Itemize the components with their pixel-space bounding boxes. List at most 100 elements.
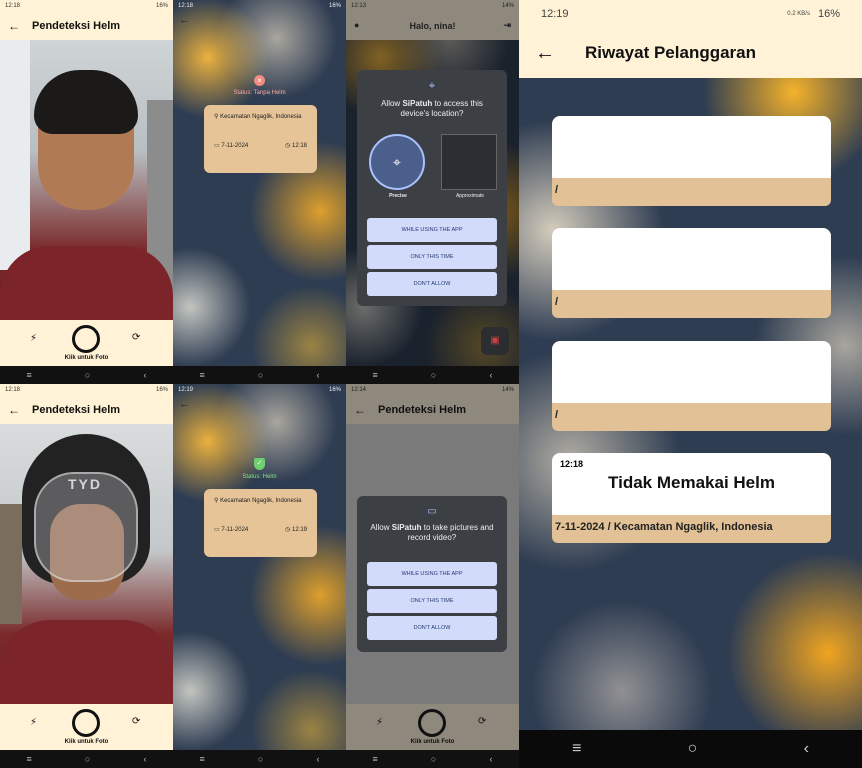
app-bar: ← Riwayat Pelanggaran [519, 28, 862, 78]
page-title: Riwayat Pelanggaran [585, 43, 757, 62]
app-bar: ← Pendeteksi Helm [346, 396, 519, 424]
panel-violation-history: 12:19 0.2 KB/s 16% ← Riwayat Pelanggaran… [519, 0, 862, 768]
back-arrow-icon[interactable]: ← [535, 42, 555, 65]
back-nav-icon[interactable]: ‹ [143, 370, 146, 380]
status-bar: 12:14 14% [346, 384, 519, 396]
capture-label: Klik untuk Foto [64, 355, 109, 361]
home-icon[interactable]: ○ [431, 370, 436, 380]
capture-label: Klik untuk Foto [64, 739, 109, 745]
blurred-background [173, 0, 346, 384]
nav-bar: ≡ ○ ‹ [0, 366, 173, 384]
precise-option[interactable]: ⌖ Precise [369, 134, 427, 200]
camera-controls: ⚡︎ ⟳ Klik untuk Foto [0, 704, 173, 750]
back-arrow-icon[interactable]: ← [179, 14, 190, 26]
greeting-text: Halo, nina! [409, 21, 456, 31]
nav-bar: ≡ ○ ‹ [346, 750, 519, 768]
recents-icon[interactable]: ≡ [200, 754, 205, 764]
wall-shelf [0, 504, 22, 624]
back-nav-icon[interactable]: ‹ [316, 370, 319, 380]
approximate-option[interactable]: Approximate [441, 134, 499, 200]
home-icon[interactable]: ○ [258, 370, 263, 380]
back-nav-icon[interactable]: ‹ [489, 754, 492, 764]
dialog-rest: to take pictures and record video? [407, 523, 494, 542]
dialog-app-name: SiPatuh [402, 99, 433, 108]
status-time: 12:14 [351, 387, 367, 393]
back-arrow-icon[interactable]: ← [179, 398, 190, 410]
location-text: Kecamatan Ngaglik, Indonesia [220, 498, 302, 504]
recents-icon[interactable]: ≡ [200, 370, 205, 380]
dialog-message: Allow SiPatuh to access this device's lo… [369, 99, 495, 119]
violation-card[interactable]: / [552, 116, 831, 206]
shield-check-icon: ✓ [254, 458, 265, 470]
card-footer: / [552, 178, 831, 206]
switch-camera-icon[interactable]: ⟳ [132, 716, 140, 727]
back-arrow-icon[interactable]: ← [8, 403, 20, 417]
violation-card[interactable]: 12:18 Tidak Memakai Helm 7-11-2024 / Kec… [552, 453, 831, 543]
switch-camera-icon[interactable]: ⟳ [478, 716, 486, 727]
battery-text: 16% [155, 3, 168, 9]
dont-allow-button[interactable]: DON'T ALLOW [367, 616, 497, 640]
back-arrow-icon[interactable]: ← [8, 19, 20, 33]
shutter-button[interactable] [72, 325, 100, 353]
home-icon[interactable]: ○ [258, 754, 263, 764]
back-nav-icon[interactable]: ‹ [143, 754, 146, 764]
approximate-map-icon [441, 134, 497, 190]
status-time: 12:19 [178, 387, 194, 393]
only-this-time-button[interactable]: ONLY THIS TIME [367, 589, 497, 613]
back-nav-icon[interactable]: ‹ [489, 370, 492, 380]
shutter-button[interactable] [72, 709, 100, 737]
status-text: Status: Tanpa Helm [233, 90, 286, 96]
door-frame [0, 40, 30, 270]
shutter-button[interactable] [418, 709, 446, 737]
recents-icon[interactable]: ≡ [27, 754, 32, 764]
person-shirt [0, 246, 173, 320]
while-using-button[interactable]: WHILE USING THE APP [367, 562, 497, 586]
flash-off-icon[interactable]: ⚡︎ [30, 333, 37, 344]
recents-icon[interactable]: ≡ [373, 370, 378, 380]
violation-card[interactable]: / [552, 341, 831, 431]
date-text: 7-11-2024 [221, 143, 249, 149]
clock-icon: ◷ [285, 527, 291, 533]
battery-text: 16% [328, 3, 341, 9]
back-nav-icon[interactable]: ‹ [804, 740, 809, 758]
error-status-icon: × [254, 75, 265, 86]
date-time-row: ▭ 7-11-2024 ◷ 12:19 [214, 526, 307, 533]
status-text: Status: Helm [242, 474, 277, 480]
precise-map-icon: ⌖ [369, 134, 425, 190]
panel-result-no-helmet: 12:18 16% ← × Status: Tanpa Helm ⚲ Kecam… [173, 0, 346, 384]
flash-off-icon[interactable]: ⚡︎ [30, 717, 37, 728]
card-headline: Tidak Memakai Helm [608, 473, 775, 492]
recents-icon[interactable]: ≡ [572, 740, 581, 758]
status-time: 12:13 [351, 3, 367, 9]
nav-bar: ≡ ○ ‹ [519, 730, 862, 768]
capture-label: Klik untuk Foto [410, 739, 455, 745]
battery-text: 16% [817, 8, 840, 20]
date-time-row: ▭ 7-11-2024 ◷ 12:18 [214, 142, 307, 149]
home-icon[interactable]: ○ [688, 740, 698, 758]
card-top: 12:18 Tidak Memakai Helm [552, 453, 831, 521]
while-using-button[interactable]: WHILE USING THE APP [367, 218, 497, 242]
home-icon[interactable]: ○ [85, 754, 90, 764]
flash-off-icon[interactable]: ⚡︎ [376, 717, 383, 728]
dont-allow-button[interactable]: DON'T ALLOW [367, 272, 497, 296]
home-icon[interactable]: ○ [431, 754, 436, 764]
recents-icon[interactable]: ≡ [27, 370, 32, 380]
logout-icon[interactable]: ⇥ [503, 20, 511, 31]
panel-result-helmet: 12:19 16% ← ✓ Status: Helm ⚲ Kecamatan N… [173, 384, 346, 768]
floating-history-button[interactable]: ▣ [481, 327, 509, 355]
time-text: 12:19 [291, 527, 307, 533]
status-time: 12:19 [541, 8, 569, 20]
recents-icon[interactable]: ≡ [373, 754, 378, 764]
card-top [552, 228, 831, 296]
switch-camera-icon[interactable]: ⟳ [132, 332, 140, 343]
back-arrow-icon[interactable]: ← [354, 403, 366, 417]
home-icon[interactable]: ○ [85, 370, 90, 380]
battery-text: 14% [501, 387, 514, 393]
profile-icon[interactable]: ● [354, 20, 359, 30]
dialog-message: Allow SiPatuh to take pictures and recor… [369, 523, 495, 543]
card-top [552, 341, 831, 409]
precise-label: Precise [389, 193, 407, 199]
only-this-time-button[interactable]: ONLY THIS TIME [367, 245, 497, 269]
violation-card[interactable]: / [552, 228, 831, 318]
back-nav-icon[interactable]: ‹ [316, 754, 319, 764]
